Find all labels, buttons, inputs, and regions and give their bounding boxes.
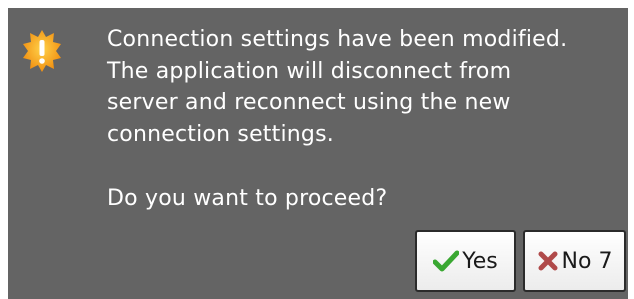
dialog-question: Do you want to proceed?	[107, 186, 388, 211]
yes-button-label: Yes	[462, 248, 498, 274]
no-button-label: No 7	[561, 248, 613, 274]
warning-icon	[22, 28, 62, 80]
message-line: The application will disconnect from	[107, 58, 512, 84]
confirmation-dialog: Connection settings have been modified. …	[8, 8, 628, 299]
message-line: Connection settings have been modified.	[107, 27, 568, 52]
message-line: server and reconnect using the new	[107, 90, 511, 115]
x-icon	[537, 250, 559, 272]
no-button[interactable]: No 7	[523, 230, 626, 292]
message-line: connection settings.	[107, 121, 334, 147]
dialog-message: Connection settings have been modified. …	[107, 24, 622, 150]
check-icon	[433, 250, 460, 272]
yes-button[interactable]: Yes	[415, 230, 516, 292]
